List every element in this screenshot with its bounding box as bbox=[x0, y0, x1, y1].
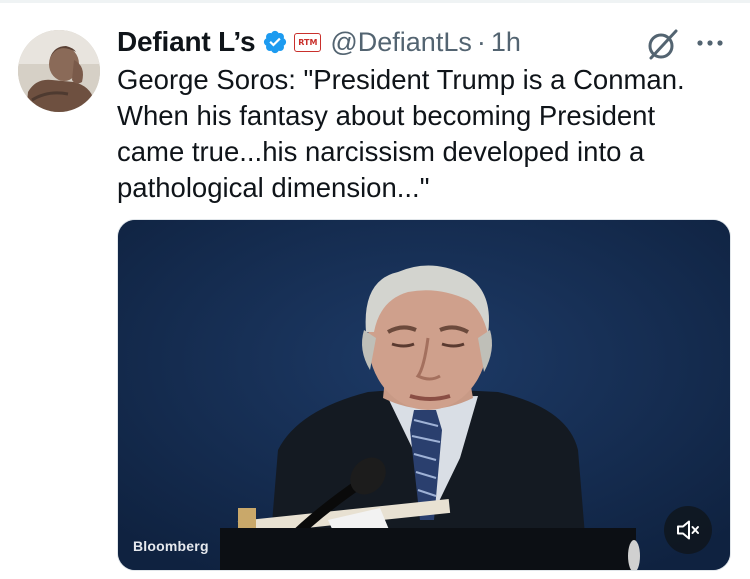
grok-icon[interactable] bbox=[645, 26, 681, 62]
timestamp[interactable]: 1h bbox=[491, 27, 521, 58]
video-frame bbox=[118, 220, 730, 570]
tweet-video[interactable]: Bloomberg bbox=[117, 219, 731, 571]
avatar-image bbox=[18, 30, 100, 112]
avatar[interactable] bbox=[18, 30, 100, 112]
speaker-muted-icon bbox=[677, 520, 699, 540]
video-watermark: Bloomberg bbox=[133, 538, 209, 554]
mute-toggle-button[interactable] bbox=[664, 506, 712, 554]
affiliate-badge[interactable]: RTM bbox=[294, 32, 322, 52]
more-options-icon[interactable] bbox=[694, 31, 726, 55]
tweet-header: Defiant L’s RTM @DefiantLs · 1h bbox=[117, 22, 521, 62]
verified-checkmark-icon bbox=[264, 30, 287, 54]
tweet-text: George Soros: "President Trump is a Conm… bbox=[117, 64, 685, 203]
top-divider bbox=[0, 0, 750, 3]
separator-dot: · bbox=[476, 26, 486, 57]
author-display-name[interactable]: Defiant L’s bbox=[117, 26, 256, 58]
author-handle[interactable]: @DefiantLs bbox=[330, 27, 471, 58]
